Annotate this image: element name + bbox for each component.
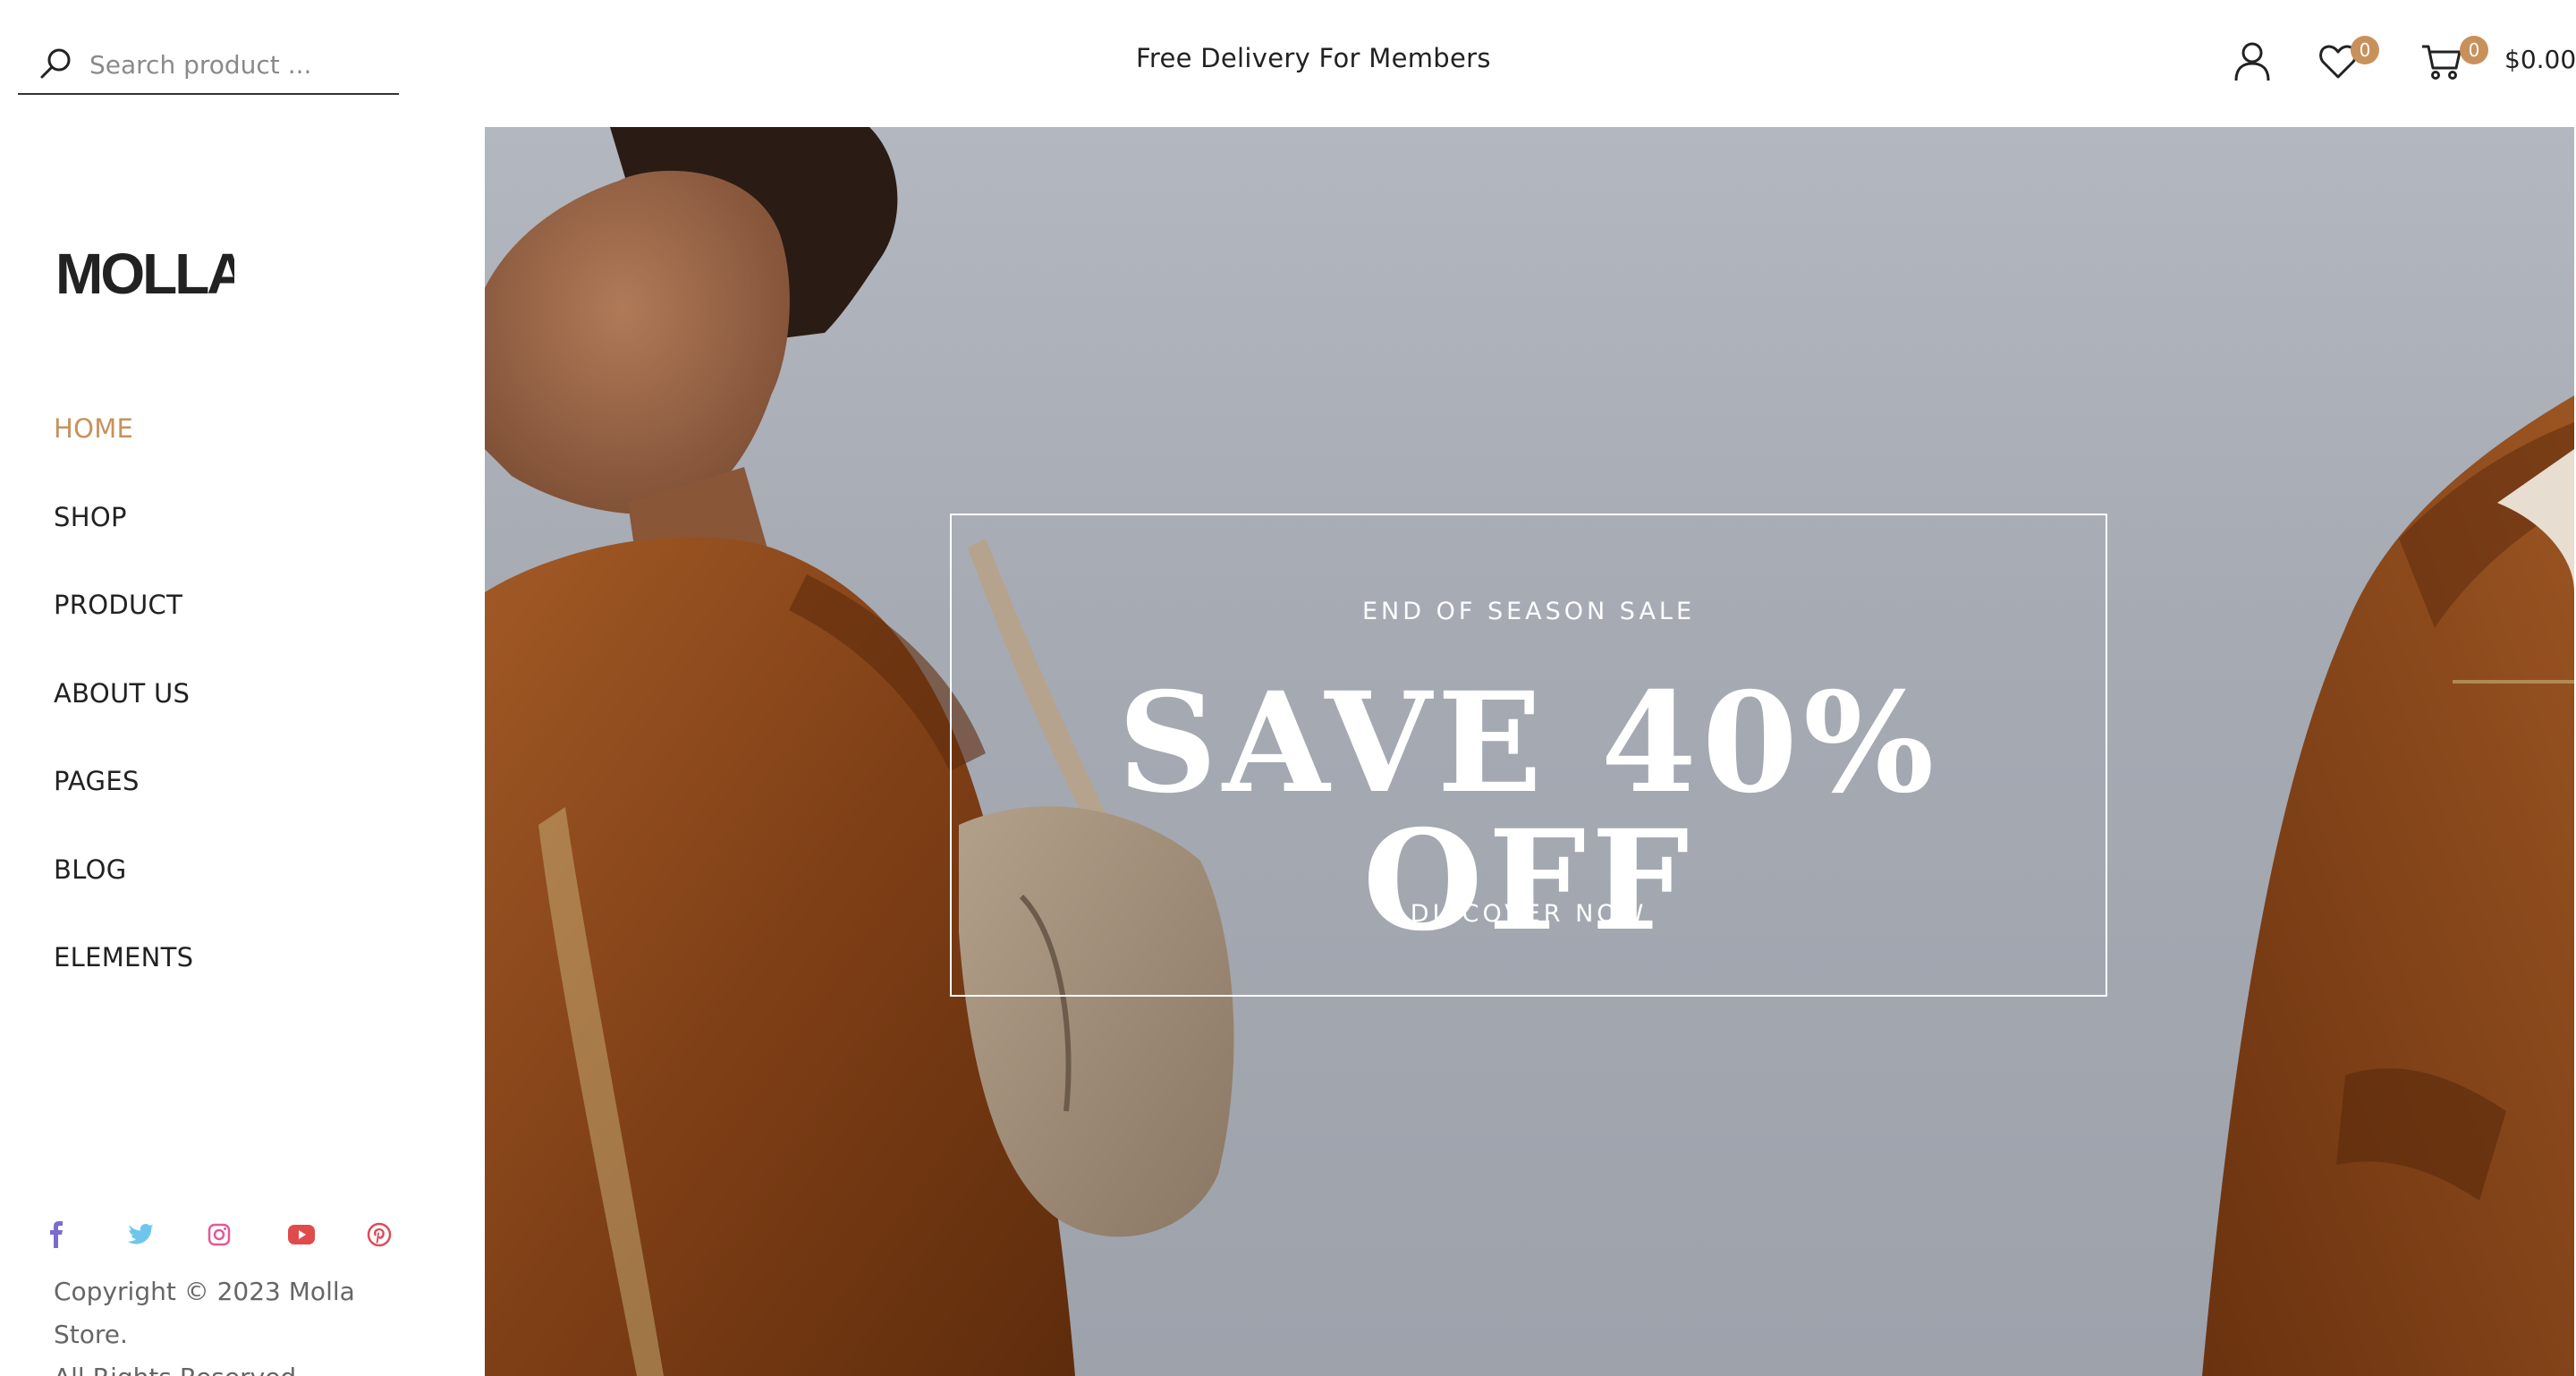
logo-text: MOLLA [55,249,234,297]
copyright: Copyright © 2023 Molla Store. All Rights… [54,1270,429,1376]
nav-item-product[interactable]: PRODUCT [54,590,193,678]
youtube-link[interactable] [287,1219,367,1251]
hero-frame: END OF SEASON SALE SAVE 40% OFF DISCOVER… [950,514,2107,997]
social-links [48,1219,446,1251]
nav-item-blog[interactable]: BLOG [54,854,193,943]
copyright-line-1: Copyright © 2023 Molla Store. [54,1277,355,1349]
hero-banner[interactable]: END OF SEASON SALE SAVE 40% OFF DISCOVER… [485,127,2574,1376]
instagram-link[interactable] [208,1219,287,1251]
search-bar [18,36,399,95]
cart-total[interactable]: $0.00 [2504,45,2576,74]
cart-icon[interactable] [2420,39,2463,82]
page: Free Delivery For Members 0 0 $0.00 MOLL… [0,0,2576,1376]
nav-item-shop[interactable]: SHOP [54,502,193,590]
molla-logo[interactable]: MOLLA [55,249,234,297]
twitter-icon [128,1224,154,1244]
promo-text: Free Delivery For Members [1136,43,1491,73]
twitter-link[interactable] [128,1219,208,1251]
nav-item-about-us[interactable]: ABOUT US [54,678,193,767]
nav-item-home[interactable]: HOME [54,413,193,502]
user-icon[interactable] [2231,39,2274,82]
hero-eyebrow: END OF SEASON SALE [1361,598,1696,625]
search-input[interactable] [89,49,376,80]
nav-item-elements[interactable]: ELEMENTS [54,942,193,1031]
pinterest-link[interactable] [367,1219,446,1251]
cart-count-badge: 0 [2460,36,2488,64]
nav-item-pages[interactable]: PAGES [54,766,193,854]
main-nav: HOME SHOP PRODUCT ABOUT US PAGES BLOG EL… [54,413,193,1031]
facebook-link[interactable] [48,1219,128,1251]
pinterest-icon [367,1222,392,1247]
search-icon[interactable] [36,45,75,84]
youtube-icon [288,1225,315,1244]
discover-now-link[interactable]: DISCOVER NOW [952,900,2106,928]
instagram-icon [208,1223,231,1246]
copyright-line-2: All Rights Reserved. [54,1356,429,1376]
facebook-icon [50,1221,63,1248]
wishlist-count-badge: 0 [2351,36,2379,64]
